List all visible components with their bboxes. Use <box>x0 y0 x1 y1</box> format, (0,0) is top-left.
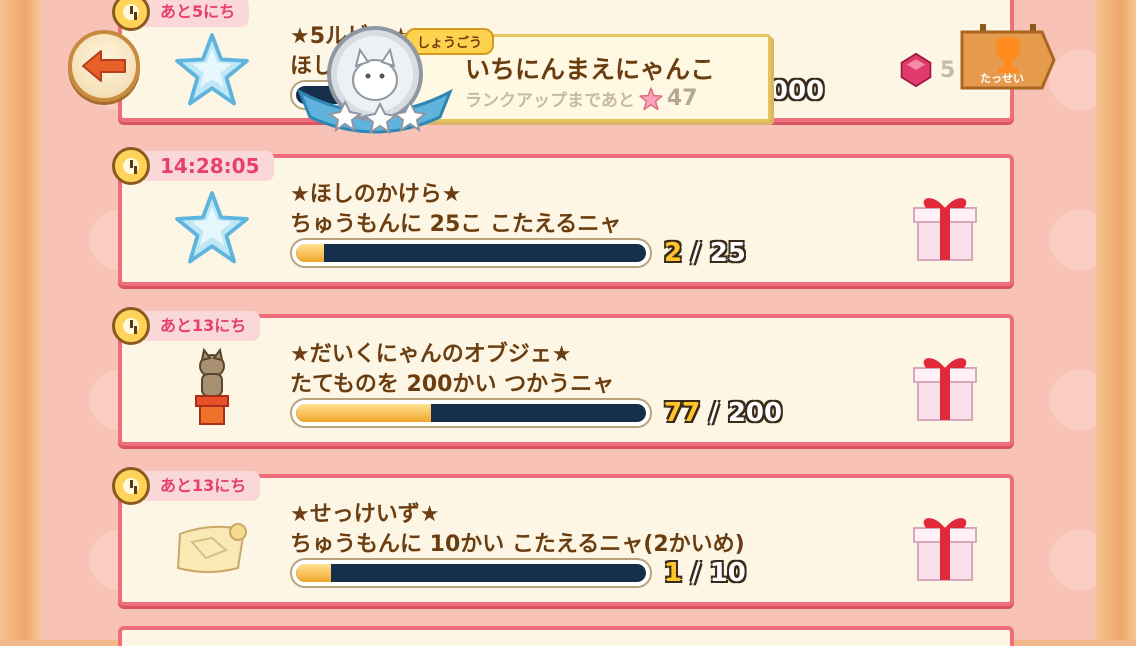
progress-total: 10 <box>709 558 746 588</box>
progress-current: 1 <box>664 558 683 588</box>
ruby-counter: 5 <box>898 52 955 88</box>
clock-icon <box>112 467 150 505</box>
progress-text: 77 / 200 <box>664 398 782 428</box>
gift-icon[interactable] <box>912 190 978 264</box>
progress-fill <box>296 564 331 582</box>
progress-bar <box>290 398 652 428</box>
achievement-label: たっせい <box>980 72 1024 85</box>
progress-total: 200 <box>727 398 783 428</box>
progress-current: 2 <box>664 238 683 268</box>
blueprint-icon <box>172 508 252 588</box>
timer-label: あと13にち <box>144 471 261 501</box>
quest-card: 14:28:05 ★ほしのかけら★ ちゅうもんに 25こ こたえるニャ 2 / … <box>112 147 1014 286</box>
progress-bar <box>290 558 652 588</box>
quest-card: あと13にち ★だいくにゃんのオブジェ★ たてものを 200かい つかうニャ 7… <box>112 307 1014 446</box>
star-icon <box>172 30 252 110</box>
star-icon <box>172 188 252 268</box>
timer-label: 14:28:05 <box>144 151 274 181</box>
left-frame <box>0 0 40 640</box>
quest-title: ★だいくにゃんのオブジェ★ <box>290 342 572 367</box>
progress-fill <box>296 404 431 422</box>
rank-name: いちにんまえにゃんこ <box>465 55 716 84</box>
progress-current: 77 <box>664 398 701 428</box>
gift-icon[interactable] <box>912 510 978 584</box>
progress-separator: / <box>709 398 719 428</box>
progress-text: 2 / 25 <box>664 238 746 268</box>
gift-icon[interactable] <box>912 350 978 424</box>
quest-card: あと13にち ★せっけいず★ ちゅうもんに 10かい こたえるニャ(2かいめ) … <box>112 467 1014 606</box>
clock-icon <box>112 147 150 185</box>
rank-badge-icon <box>297 26 453 135</box>
progress-total: 25 <box>709 238 746 268</box>
timer-tab: あと13にち <box>112 307 261 345</box>
quest-desc: ちゅうもんに 25こ こたえるニャ <box>290 212 622 237</box>
timer-tab: あと5にち <box>112 0 250 31</box>
progress-separator: / <box>691 558 701 588</box>
ruby-count: 5 <box>940 57 956 83</box>
back-arrow-icon <box>82 50 126 82</box>
rank-up-label: ランクアップまであと <box>465 91 635 111</box>
right-frame <box>1096 0 1136 640</box>
timer-tab: あと13にち <box>112 467 261 505</box>
quest-desc: ちゅうもんに 10かい こたえるニャ(2かいめ) <box>290 532 745 557</box>
quest-desc: たてものを 200かい つかうニャ <box>290 372 615 397</box>
rank-up-info: ランクアップまであと 47 <box>465 86 697 111</box>
cat-statue-icon <box>172 348 252 428</box>
ruby-icon <box>900 52 932 88</box>
clock-icon <box>112 307 150 345</box>
rank-up-value: 47 <box>666 86 698 111</box>
timer-label: あと13にち <box>144 311 261 341</box>
pink-star-icon <box>639 86 663 110</box>
back-button[interactable] <box>68 30 140 102</box>
progress-text: 1 / 10 <box>664 558 746 588</box>
quest-title: ★せっけいず★ <box>290 502 440 527</box>
quest-title: ★ほしのかけら★ <box>290 182 462 207</box>
progress-separator: / <box>691 238 701 268</box>
progress-bar <box>290 238 652 268</box>
timer-tab: 14:28:05 <box>112 147 274 185</box>
quest-card-bottom <box>118 626 1014 646</box>
timer-label: あと5にち <box>144 0 250 27</box>
progress-fill <box>296 244 324 262</box>
